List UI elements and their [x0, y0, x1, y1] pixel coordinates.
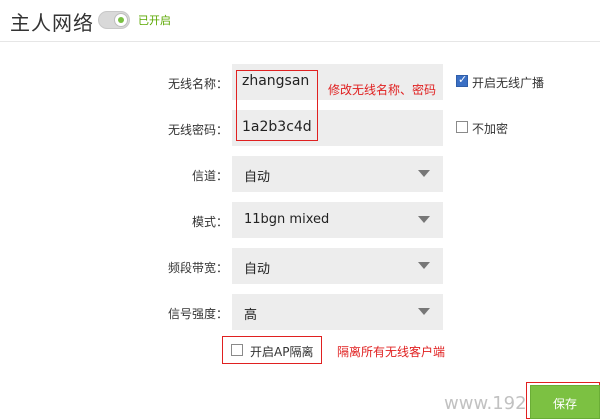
save-button[interactable]: 保存	[530, 385, 600, 419]
save-button-label: 保存	[552, 397, 577, 411]
ssid-label: 无线名称：	[167, 77, 228, 91]
ap-isolation-annotation: 隔离所有无线客户端	[337, 345, 446, 359]
bandwidth-label: 频段带宽：	[167, 261, 228, 275]
channel-select[interactable]: 自动	[232, 156, 443, 192]
triangle-down-icon	[418, 170, 430, 177]
ssid-password-annotation: 修改无线名称、密码	[328, 83, 437, 97]
triangle-down-icon	[418, 262, 430, 269]
mode-select[interactable]: 11bgn mixed	[232, 202, 443, 238]
host-network-toggle[interactable]	[98, 11, 130, 29]
signal-value: 高	[244, 308, 258, 323]
triangle-down-icon	[418, 308, 430, 315]
page-title: 主人网络	[10, 11, 94, 35]
toggle-knob-icon	[114, 13, 128, 27]
watermark-text: www.192	[444, 393, 527, 414]
broadcast-checkbox[interactable]	[456, 73, 468, 87]
password-label: 无线密码：	[167, 123, 228, 137]
channel-label: 信道：	[191, 169, 228, 183]
signal-label: 信号强度：	[167, 307, 228, 321]
ssid-password-highlight-box	[236, 70, 318, 141]
signal-select[interactable]: 高	[232, 294, 443, 330]
channel-value: 自动	[244, 170, 271, 185]
broadcast-label: 开启无线广播	[472, 76, 545, 90]
bandwidth-select[interactable]: 自动	[232, 248, 443, 284]
header-divider	[0, 41, 600, 42]
ap-isolation-label: 开启AP隔离	[250, 345, 314, 359]
toggle-status-text: 已开启	[138, 14, 171, 27]
ap-isolation-checkbox[interactable]	[231, 344, 243, 356]
no-encrypt-checkbox[interactable]	[456, 121, 468, 133]
mode-label: 模式：	[191, 215, 228, 229]
triangle-down-icon	[418, 216, 430, 223]
bandwidth-value: 自动	[244, 262, 271, 277]
no-encrypt-label: 不加密	[472, 122, 509, 136]
page-header: 主人网络 已开启	[0, 0, 600, 42]
mode-value: 11bgn mixed	[244, 212, 330, 227]
